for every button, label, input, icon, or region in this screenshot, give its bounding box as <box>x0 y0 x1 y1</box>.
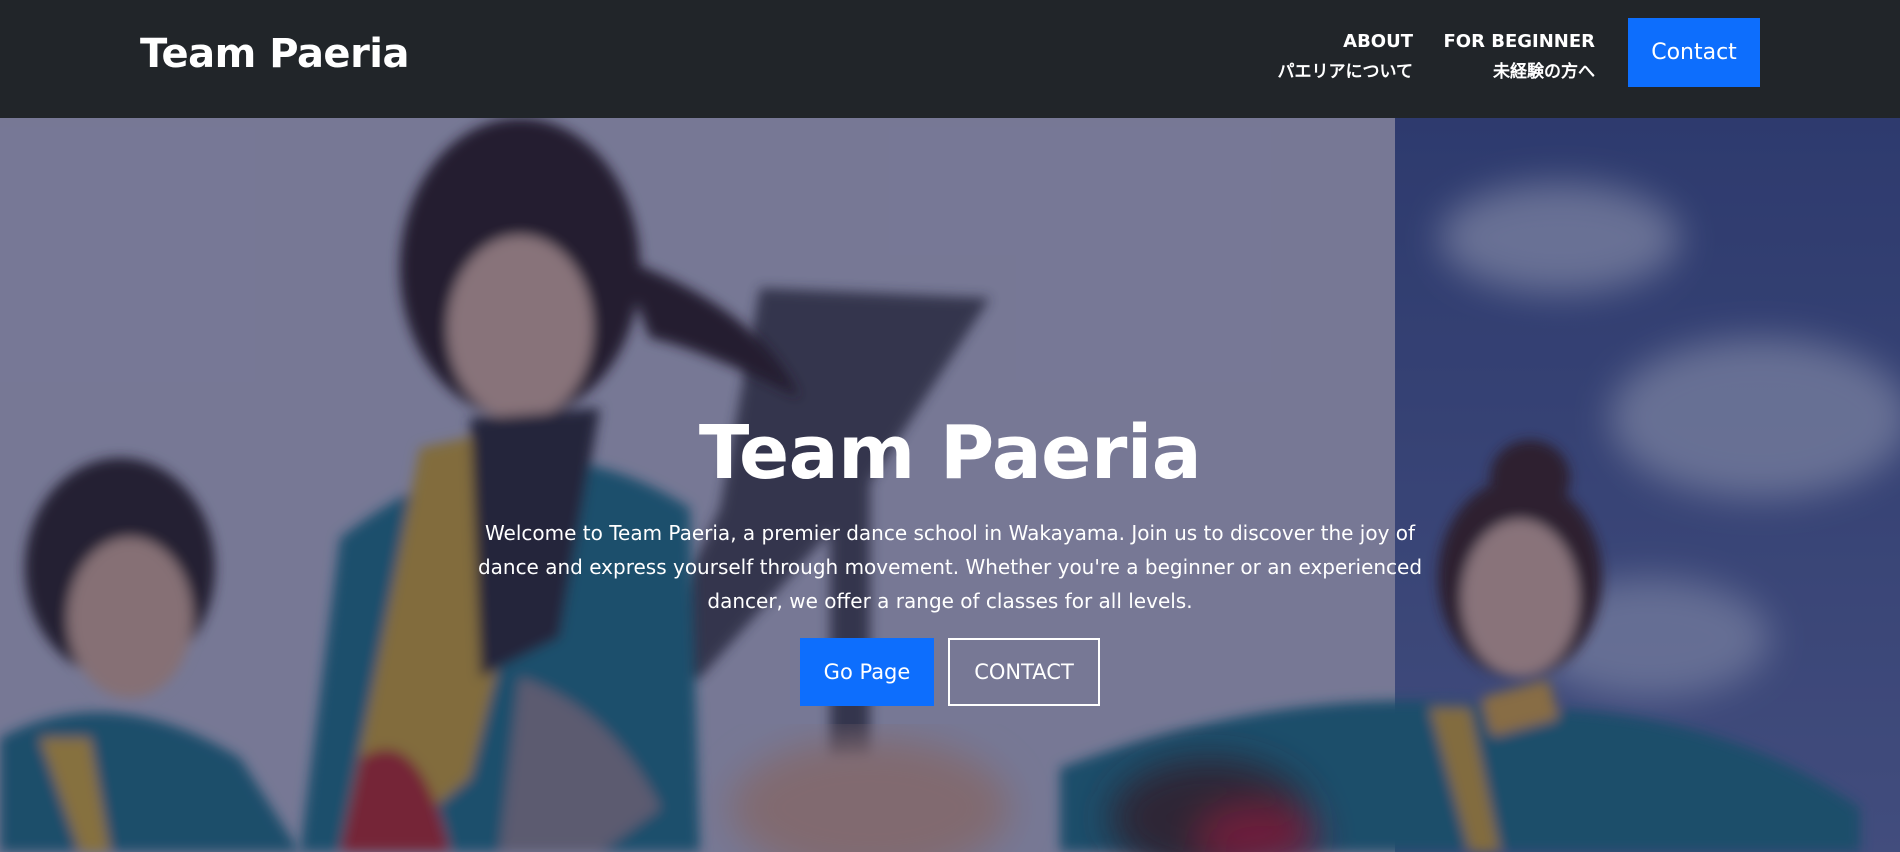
hero-title: Team Paeria <box>698 410 1202 496</box>
hero-lead-text: Welcome to Team Paeria, a premier dance … <box>477 521 1423 613</box>
hero-content: Team Paeria Welcome to Team Paeria, a pr… <box>0 408 1900 706</box>
brand-logo[interactable]: Team Paeria <box>140 28 410 80</box>
go-page-button[interactable]: Go Page <box>800 638 934 706</box>
hero-section: Team Paeria Welcome to Team Paeria, a pr… <box>0 118 1900 852</box>
hero-button-group: Go Page CONTACT <box>0 638 1900 706</box>
nav-link-about-label: ABOUT <box>1343 31 1413 52</box>
contact-button[interactable]: Contact <box>1628 18 1760 87</box>
navbar: Team Paeria ABOUT パエリアについて FOR BEGINNER … <box>0 0 1900 118</box>
nav-link-for-beginner[interactable]: FOR BEGINNER 未経験の方へ <box>1444 27 1596 87</box>
nav-link-about[interactable]: ABOUT パエリアについて <box>1278 27 1414 87</box>
nav-link-about-sublabel: パエリアについて <box>1277 62 1414 82</box>
nav-link-for-beginner-label: FOR BEGINNER <box>1443 31 1596 52</box>
nav-link-for-beginner-sublabel: 未経験の方へ <box>1493 62 1595 82</box>
hero-contact-button[interactable]: CONTACT <box>948 638 1100 706</box>
